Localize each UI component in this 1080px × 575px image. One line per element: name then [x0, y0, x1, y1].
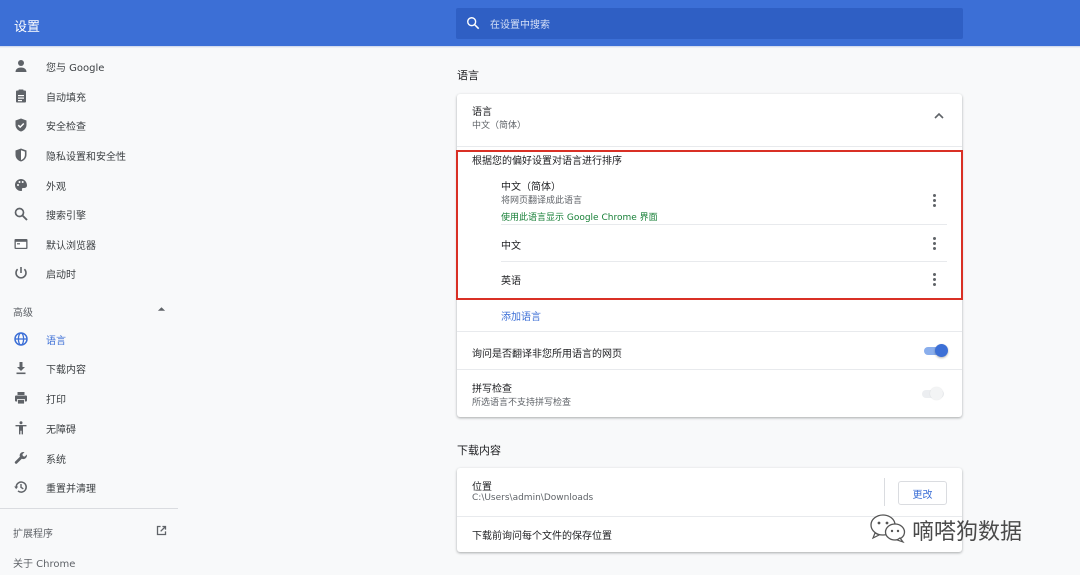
language-name: 英语 [501, 276, 521, 287]
sidebar-item-label: 无障碍 [46, 425, 76, 436]
sidebar: 您与 Google 自动填充 安全检查 隐私设置和安全性 外观 搜索引擎 默认浏… [0, 48, 178, 575]
sidebar-divider [0, 508, 178, 509]
languages-card: 语言 中文（简体） 根据您的偏好设置对语言进行排序 中文（简体） 将网页翻译成此… [457, 94, 962, 417]
watermark-text: 嘀嗒狗数据 [912, 520, 1023, 545]
translate-offer-label: 询问是否翻译非您所用语言的网页 [472, 349, 622, 360]
language-order-label: 根据您的偏好设置对语言进行排序 [472, 156, 622, 167]
sidebar-item-default-browser[interactable]: 默认浏览器 [0, 230, 178, 258]
language-name: 中文（简体） [501, 182, 561, 193]
row-divider [457, 146, 962, 147]
row-divider [501, 261, 947, 262]
accessibility-icon [15, 421, 27, 435]
sidebar-advanced-header[interactable]: 高级 [13, 304, 33, 319]
power-icon [15, 267, 27, 279]
person-icon [15, 60, 27, 72]
language-header-value: 中文（简体） [472, 121, 527, 131]
sidebar-item-label: 启动时 [46, 270, 76, 281]
sidebar-item-safety-check[interactable]: 安全检查 [0, 111, 178, 139]
chevron-up-icon[interactable] [934, 112, 944, 119]
language-header-label: 语言 [472, 107, 492, 118]
spellcheck-toggle[interactable] [922, 387, 946, 401]
restore-icon [14, 481, 27, 493]
more-vert-icon[interactable] [927, 192, 941, 208]
download-location-label: 位置 [472, 482, 492, 493]
sidebar-item-you-and-google[interactable]: 您与 Google [0, 52, 178, 80]
download-location-path: C:\Users\admin\Downloads [472, 493, 594, 503]
palette-icon [15, 179, 27, 191]
row-divider [501, 224, 947, 225]
shield-check-icon [15, 118, 27, 132]
globe-icon [14, 332, 28, 346]
browser-icon [14, 239, 28, 249]
sidebar-item-label: 自动填充 [46, 93, 86, 104]
open-in-new-icon[interactable] [155, 524, 168, 537]
sidebar-item-label: 隐私设置和安全性 [46, 152, 126, 163]
sidebar-item-printing[interactable]: 打印 [0, 384, 178, 412]
section-title-downloads: 下载内容 [457, 444, 501, 457]
chevron-up-icon[interactable] [157, 306, 166, 312]
sidebar-item-system[interactable]: 系统 [0, 444, 178, 472]
translate-offer-toggle[interactable] [924, 344, 948, 358]
app-title: 设置 [14, 20, 41, 35]
sidebar-item-privacy[interactable]: 隐私设置和安全性 [0, 141, 178, 169]
settings-search-box[interactable]: 在设置中搜索 [456, 8, 963, 39]
sidebar-item-label: 语言 [46, 336, 66, 347]
sidebar-item-search-engine[interactable]: 搜索引擎 [0, 200, 178, 228]
language-name: 中文 [501, 241, 521, 252]
wrench-icon [14, 451, 27, 464]
top-app-bar: 设置 在设置中搜索 [0, 0, 1080, 46]
sidebar-item-label: 下载内容 [46, 365, 86, 376]
search-icon [14, 207, 28, 221]
sidebar-item-label: 您与 Google [46, 63, 105, 74]
printer-icon [15, 392, 27, 405]
toggle-knob [930, 387, 943, 400]
sidebar-item-label: 打印 [46, 395, 66, 406]
spellcheck-label: 拼写检查 [472, 384, 512, 395]
sidebar-item-reset[interactable]: 重置并清理 [0, 473, 178, 501]
sidebar-item-downloads[interactable]: 下载内容 [0, 354, 178, 382]
sidebar-item-label: 外观 [46, 182, 66, 193]
toggle-knob [935, 344, 948, 357]
sidebar-item-about-chrome[interactable]: 关于 Chrome [13, 555, 75, 570]
search-icon [467, 17, 480, 30]
sidebar-item-languages[interactable]: 语言 [0, 325, 178, 353]
wechat-icon [870, 514, 906, 544]
section-title-languages: 语言 [457, 69, 479, 82]
language-ui-note: 使用此语言显示 Google Chrome 界面 [501, 213, 658, 223]
sidebar-item-label: 安全检查 [46, 122, 86, 133]
sidebar-item-extensions[interactable]: 扩展程序 [13, 525, 53, 540]
language-detail: 将网页翻译成此语言 [501, 196, 583, 206]
add-language-link[interactable]: 添加语言 [501, 308, 541, 323]
sidebar-item-autofill[interactable]: 自动填充 [0, 82, 178, 110]
download-icon [16, 362, 26, 375]
sidebar-item-on-startup[interactable]: 启动时 [0, 259, 178, 287]
ask-save-location-label: 下载前询问每个文件的保存位置 [472, 531, 612, 542]
change-location-button[interactable]: 更改 [898, 481, 947, 505]
sidebar-item-appearance[interactable]: 外观 [0, 171, 178, 199]
row-divider [457, 369, 962, 370]
shield-half-icon [15, 148, 27, 162]
search-placeholder: 在设置中搜索 [490, 20, 550, 31]
clipboard-icon [16, 89, 26, 103]
sidebar-item-accessibility[interactable]: 无障碍 [0, 414, 178, 442]
more-vert-icon[interactable] [927, 271, 941, 287]
more-vert-icon[interactable] [927, 235, 941, 251]
vertical-separator [884, 478, 885, 506]
spellcheck-subtitle: 所选语言不支持拼写检查 [472, 398, 572, 408]
sidebar-item-label: 系统 [46, 455, 66, 466]
sidebar-item-label: 重置并清理 [46, 484, 96, 495]
sidebar-item-label: 默认浏览器 [46, 241, 96, 252]
sidebar-item-label: 搜索引擎 [46, 211, 86, 222]
row-divider [457, 331, 962, 332]
